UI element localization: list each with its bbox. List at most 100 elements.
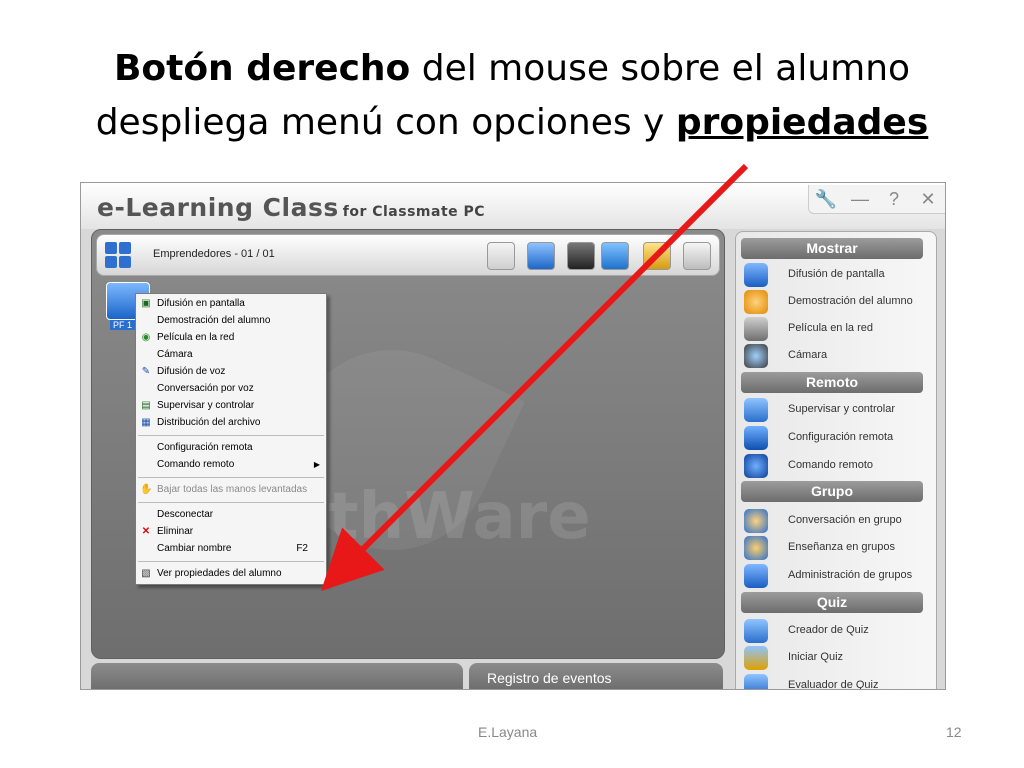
remote-command-icon (744, 454, 768, 478)
context-menu: ▣ Difusión en pantalla Demostración del a… (135, 293, 327, 585)
quiz-evaluate-icon (744, 674, 768, 689)
brand-name: e-Learning Class (97, 193, 339, 222)
group-admin-icon (744, 564, 768, 588)
view-grid-icon[interactable] (105, 242, 131, 268)
menu-shortcut: F2 (296, 543, 308, 554)
sidebar-item-supervisar[interactable]: Supervisar y controlar (744, 397, 934, 423)
classroom-toolbar: Emprendedores - 01 / 01 (96, 234, 720, 276)
menu-separator (138, 477, 324, 478)
sidebar-item-difusion-pantalla[interactable]: Difusión de pantalla (744, 262, 934, 288)
menu-item-comando-remoto[interactable]: Comando remoto ▶ (136, 457, 326, 473)
sidebar-item-label: Película en la red (788, 322, 873, 334)
brand-subtitle: for Classmate PC (342, 204, 486, 220)
submenu-arrow-icon: ▶ (313, 460, 320, 469)
event-log-title: Registro de eventos (487, 670, 612, 686)
movie-icon: ◉ (141, 332, 151, 343)
menu-item-distribucion[interactable]: ▦ Distribución del archivo (136, 415, 326, 431)
file-icon: ▦ (141, 417, 151, 428)
black-screen-icon[interactable] (567, 242, 595, 270)
menu-item-label: Eliminar (157, 526, 194, 537)
monitor-icon[interactable] (601, 242, 629, 270)
app-brand: e-Learning Class for Classmate PC (97, 193, 485, 222)
sidebar-item-label: Cámara (788, 349, 828, 361)
broadcast-icon: ▣ (141, 298, 151, 309)
title-bold-1: Botón derecho (113, 48, 411, 89)
bottom-left-panel (91, 663, 463, 689)
sidebar-item-camara[interactable]: Cámara (744, 343, 934, 369)
slide-title: Botón derecho del mouse sobre el alumno … (0, 42, 1024, 150)
menu-item-cambiar-nombre[interactable]: Cambiar nombre F2 (136, 541, 326, 557)
title-text-1: del mouse sobre el alumno (410, 48, 911, 89)
section-mostrar[interactable]: Mostrar (741, 238, 923, 259)
menu-item-supervisar[interactable]: ▤ Supervisar y controlar (136, 398, 326, 414)
menu-item-camara[interactable]: Cámara (136, 347, 326, 363)
section-remoto[interactable]: Remoto (741, 372, 923, 393)
app-header: e-Learning Class for Classmate PC 🔧 — ? ✕ (81, 183, 945, 229)
menu-item-label: Desconectar (157, 509, 214, 520)
title-line-2: despliega menú con opciones y propiedade… (0, 96, 1024, 150)
menu-item-label: Película en la red (157, 332, 235, 343)
sidebar-item-admin-grupos[interactable]: Administración de grupos (744, 563, 934, 589)
sidebar-item-pelicula[interactable]: Película en la red (744, 316, 934, 342)
sidebar-item-label: Difusión de pantalla (788, 268, 885, 280)
quiz-start-icon (744, 646, 768, 670)
menu-item-desconectar[interactable]: Desconectar (136, 507, 326, 523)
help-button[interactable]: ? (881, 189, 907, 210)
minimize-button[interactable]: — (847, 189, 873, 210)
sidebar-item-label: Administración de grupos (788, 569, 913, 581)
student-label: PF 1 (110, 320, 136, 330)
menu-separator (138, 561, 324, 562)
camera-icon (744, 344, 768, 368)
hand-icon: ✋ (140, 484, 153, 495)
menu-item-difusion-voz[interactable]: ✎ Difusión de voz (136, 364, 326, 380)
monitor-icon: ▤ (141, 400, 151, 411)
group-label: Emprendedores - 01 / 01 (153, 248, 275, 260)
sidebar-item-conversacion-grupo[interactable]: Conversación en grupo (744, 508, 934, 534)
remote-config-icon (744, 426, 768, 450)
menu-item-conversacion-voz[interactable]: Conversación por voz (136, 381, 326, 397)
lock-icon[interactable] (643, 242, 671, 270)
menu-item-config-remota[interactable]: Configuración remota (136, 440, 326, 456)
menu-item-label: Difusión en pantalla (157, 298, 245, 309)
sidebar-item-comando-remoto[interactable]: Comando remoto (744, 453, 934, 479)
section-quiz[interactable]: Quiz (741, 592, 923, 613)
sidebar-item-label: Configuración remota (788, 431, 894, 443)
sidebar-item-config-remota[interactable]: Configuración remota (744, 425, 934, 451)
delete-icon: ✕ (141, 526, 151, 537)
menu-item-label: Difusión de voz (157, 366, 226, 377)
menu-item-label: Cámara (157, 349, 193, 360)
menu-item-label: Demostración del alumno (157, 315, 271, 326)
sidebar-item-label: Supervisar y controlar (788, 403, 895, 415)
tools-icon[interactable]: 🔧 (813, 189, 839, 210)
title-line-1: Botón derecho del mouse sobre el alumno (0, 42, 1024, 96)
layout-icon[interactable] (683, 242, 711, 270)
section-grupo[interactable]: Grupo (741, 481, 923, 502)
menu-item-propiedades[interactable]: ▧ Ver propiedades del alumno (136, 566, 326, 582)
sidebar: Mostrar Difusión de pantalla Demostració… (735, 231, 937, 689)
menu-item-label: Distribución del archivo (157, 417, 261, 428)
menu-item-label: Comando remoto (157, 459, 235, 470)
edit-icon[interactable] (487, 242, 515, 270)
menu-item-demostracion[interactable]: Demostración del alumno (136, 313, 326, 329)
footer-author: E.Layana (478, 724, 538, 740)
group-teaching-icon (744, 536, 768, 560)
menu-item-label: Conversación por voz (157, 383, 254, 394)
sidebar-item-label: Comando remoto (788, 459, 873, 471)
menu-item-pelicula[interactable]: ◉ Película en la red (136, 330, 326, 346)
sidebar-item-ensenanza-grupos[interactable]: Enseñanza en grupos (744, 535, 934, 561)
properties-icon: ▧ (141, 568, 151, 579)
menu-item-eliminar[interactable]: ✕ Eliminar (136, 524, 326, 540)
menu-item-difusion-pantalla[interactable]: ▣ Difusión en pantalla (136, 296, 326, 312)
menu-separator (138, 502, 324, 503)
sidebar-item-iniciar-quiz[interactable]: Iniciar Quiz (744, 645, 934, 671)
menu-item-bajar-manos[interactable]: ✋ Bajar todas las manos levantadas (136, 482, 326, 498)
sidebar-item-evaluador-quiz[interactable]: Evaluador de Quiz (744, 673, 934, 689)
sidebar-item-demostracion[interactable]: Demostración del alumno (744, 289, 934, 315)
menu-item-label: Bajar todas las manos levantadas (157, 484, 308, 495)
check-user-icon[interactable] (527, 242, 555, 270)
sidebar-item-label: Demostración del alumno (788, 295, 913, 307)
menu-item-label: Supervisar y controlar (157, 400, 255, 411)
close-button[interactable]: ✕ (915, 189, 941, 210)
sidebar-item-creador-quiz[interactable]: Creador de Quiz (744, 618, 934, 644)
watermark: thWare (328, 480, 591, 554)
